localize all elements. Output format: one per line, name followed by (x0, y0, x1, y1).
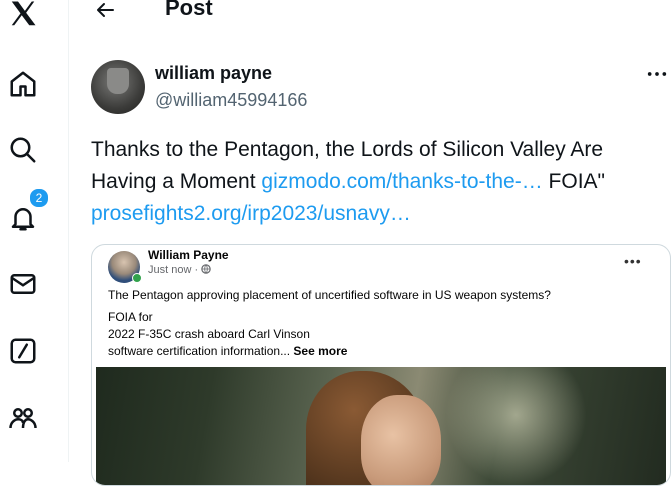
gizmodo-link[interactable]: gizmodo.com/thanks-to-the-… (261, 170, 542, 193)
embedded-post-meta: Just now · (148, 264, 211, 276)
grok-slash-icon[interactable] (5, 333, 41, 369)
embedded-text-line-2: FOIA for (108, 310, 153, 324)
sidebar-nav: 2 (0, 0, 69, 462)
home-icon[interactable] (5, 66, 41, 102)
tweet-text-line-2: Having a Moment gizmodo.com/thanks-to-th… (91, 166, 671, 198)
embedded-text-line-1: The Pentagon approving placement of unce… (108, 288, 551, 302)
search-icon[interactable] (5, 132, 41, 168)
messages-envelope-icon[interactable] (5, 266, 41, 302)
page-title: Post (165, 0, 213, 20)
online-status-dot (132, 273, 142, 283)
embedded-text-line-4-text: software certification information... (108, 344, 294, 358)
embedded-author-name: William Payne (148, 248, 229, 262)
embedded-photo (96, 367, 666, 485)
notification-count-badge: 2 (29, 188, 49, 208)
prosefights-link[interactable]: prosefights2.org/irp2023/usnavy… (91, 202, 411, 225)
x-logo-icon[interactable] (5, 0, 41, 32)
photo-light-area (446, 367, 586, 485)
globe-icon (201, 264, 211, 274)
tweet-text-span: Having a Moment (91, 170, 262, 193)
more-options-icon[interactable] (643, 62, 671, 86)
embedded-text-line-3: 2022 F-35C crash aboard Carl Vinson (108, 327, 310, 341)
tweet-text-line-1: Thanks to the Pentagon, the Lords of Sil… (91, 138, 604, 161)
author-avatar[interactable] (91, 60, 145, 114)
embedded-more-icon: ••• (624, 253, 642, 269)
author-handle[interactable]: @william45994166 (155, 90, 307, 111)
tweet-text: Thanks to the Pentagon, the Lords of Sil… (91, 134, 671, 230)
post-detail-panel: Post william payne @william45994166 Than… (69, 0, 671, 486)
tweet-text-foia: FOIA" (542, 170, 605, 193)
tweet-text-line-3: prosefights2.org/irp2023/usnavy… (91, 198, 671, 230)
communities-icon[interactable] (5, 400, 41, 436)
notifications-bell-icon[interactable]: 2 (5, 188, 49, 236)
see-more-label: See more (293, 344, 348, 358)
author-display-name[interactable]: william payne (155, 63, 272, 84)
back-arrow-icon[interactable] (91, 0, 119, 24)
photo-face (361, 395, 441, 485)
embedded-image-card[interactable]: William Payne Just now · ••• The Pentago… (91, 244, 671, 486)
embedded-timestamp: Just now · (148, 264, 202, 276)
embedded-text-line-4: software certification information... Se… (108, 344, 347, 358)
